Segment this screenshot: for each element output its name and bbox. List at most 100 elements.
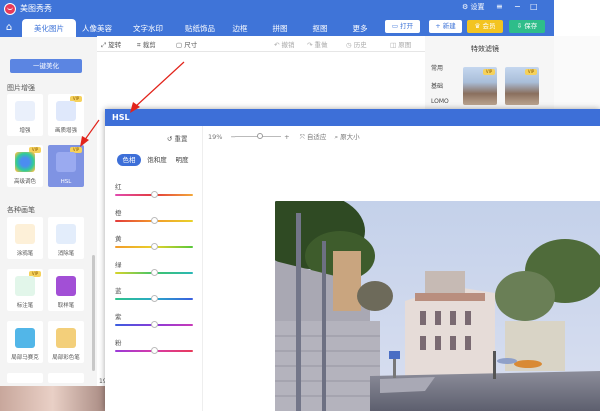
fit-button[interactable]: ⤧ 自适应 bbox=[300, 133, 327, 141]
effects-filter-panel: 特效滤镜 常用 基础 LOMO VIP VIP bbox=[425, 36, 554, 111]
home-icon[interactable]: ⌂ bbox=[0, 19, 18, 37]
tile-eraser-pen[interactable]: 消除笔 bbox=[48, 217, 84, 259]
dialog-title: HSL bbox=[112, 113, 130, 122]
tile-doodle-pen[interactable]: 涂鸦笔 bbox=[7, 217, 43, 259]
history-button[interactable]: ◷ 历史 bbox=[346, 39, 367, 49]
tab-cutout[interactable]: 抠图 bbox=[308, 21, 332, 37]
eyedropper-icon bbox=[56, 276, 76, 296]
vip-button[interactable]: ♛ 会员 bbox=[467, 20, 503, 33]
vip-badge: VIP bbox=[525, 69, 537, 75]
tile-label: HSL bbox=[60, 179, 72, 185]
one-click-beautify-button[interactable]: 一键美化 bbox=[10, 59, 82, 73]
mosaic-icon bbox=[15, 328, 35, 348]
slider-knob[interactable] bbox=[150, 217, 158, 224]
new-label: 新建 bbox=[442, 22, 456, 30]
tile-label: 消除笔 bbox=[57, 251, 75, 257]
hsl-dialog: HSL ↺ 重置 色相 饱和度 明度 红 橙 黄 绿 蓝 紫 粉 19% − +… bbox=[105, 109, 600, 411]
monitor-icon: ▭ bbox=[391, 22, 399, 30]
filter-thumbnail[interactable]: VIP bbox=[463, 67, 497, 105]
crop-label: 裁剪 bbox=[142, 41, 156, 49]
filter-category-common[interactable]: 常用 bbox=[431, 63, 443, 72]
tab-portrait[interactable]: 人像美容 bbox=[79, 21, 115, 37]
tile-partial[interactable] bbox=[7, 373, 43, 383]
slider-knob[interactable] bbox=[150, 321, 158, 328]
app-logo-icon bbox=[4, 3, 16, 15]
tile-quality-enhance[interactable]: VIP 画质增强 bbox=[48, 94, 84, 136]
crop-button[interactable]: ⌗ 裁剪 bbox=[137, 39, 156, 50]
slider-knob[interactable] bbox=[150, 269, 158, 276]
zoom-level: 19% bbox=[208, 133, 223, 141]
left-panel-scrollbar[interactable] bbox=[92, 255, 95, 371]
menu-icon[interactable]: ≡ bbox=[496, 2, 503, 11]
plus-icon: + bbox=[435, 22, 441, 30]
slider-label: 粉 bbox=[115, 339, 122, 347]
app-title: 美图秀秀 bbox=[20, 4, 52, 13]
zoom-out-button[interactable]: − bbox=[231, 133, 236, 141]
original-size-button[interactable]: ⌕ 原大小 bbox=[334, 133, 359, 141]
tile-label: 局部马赛克 bbox=[11, 355, 39, 361]
tab-more[interactable]: 更多 bbox=[348, 21, 372, 37]
tile-local-mosaic[interactable]: 局部马赛克 bbox=[7, 321, 43, 363]
filter-category-basic[interactable]: 基础 bbox=[431, 81, 443, 90]
zoom-slider-knob[interactable] bbox=[257, 133, 263, 139]
settings-button[interactable]: ⚙ 设置 bbox=[462, 2, 485, 12]
zoom-controls: 19% − + ⤧ 自适应 ⌕ 原大小 bbox=[208, 131, 360, 142]
tile-label: 局部彩色笔 bbox=[52, 355, 80, 361]
tab-hue[interactable]: 色相 bbox=[117, 154, 141, 166]
tile-local-color-pen[interactable]: 局部彩色笔 bbox=[48, 321, 84, 363]
history-label: 历史 bbox=[353, 41, 367, 49]
right-strip bbox=[554, 36, 600, 111]
open-button[interactable]: ▭ 打开 bbox=[385, 20, 420, 33]
save-button[interactable]: ⇩ 保存 bbox=[509, 20, 545, 33]
save-label: 保存 bbox=[524, 22, 538, 30]
save-icon: ⇩ bbox=[516, 22, 523, 30]
background-photo-fragment bbox=[0, 386, 105, 411]
rotate-button[interactable]: ⤢ 旋转 bbox=[101, 39, 121, 50]
tab-collage[interactable]: 拼图 bbox=[268, 21, 292, 37]
tile-enhance[interactable]: 增强 bbox=[7, 94, 43, 136]
vip-badge: VIP bbox=[483, 69, 495, 75]
redo-button[interactable]: ↷ 重做 bbox=[307, 39, 328, 49]
minimize-icon[interactable]: − bbox=[514, 2, 521, 11]
magnifier-icon: ⌕ bbox=[334, 133, 339, 141]
reset-label: 重置 bbox=[174, 135, 188, 143]
tile-annotation-pen[interactable]: VIP 标注笔 bbox=[7, 269, 43, 311]
compare-label: 原图 bbox=[398, 41, 412, 49]
filter-thumbnail[interactable]: VIP bbox=[505, 67, 539, 105]
tile-advanced-color[interactable]: VIP 高级调色 bbox=[7, 145, 43, 187]
dialog-header: HSL bbox=[105, 109, 600, 126]
tab-lightness[interactable]: 明度 bbox=[172, 154, 192, 166]
filter-category-lomo[interactable]: LOMO bbox=[431, 98, 449, 105]
tab-stickers[interactable]: 贴纸饰品 bbox=[180, 21, 220, 37]
settings-label: 设置 bbox=[470, 3, 485, 11]
left-panel: 一键美化 图片增强 增强 VIP 画质增强 VIP 高级调色 VIP HSL 各… bbox=[0, 37, 107, 411]
size-button[interactable]: ▢ 尺寸 bbox=[176, 39, 197, 49]
new-button[interactable]: + 新建 bbox=[429, 20, 462, 33]
rotate-icon: ⤢ bbox=[101, 41, 107, 49]
tab-border[interactable]: 边框 bbox=[228, 21, 252, 37]
brush-icon bbox=[15, 224, 35, 244]
tab-beautify[interactable]: 美化图片 bbox=[22, 19, 76, 38]
title-bar: 美图秀秀 ⚙ 设置 ≡ − □ ⌂ 美化图片 人像美容 文字水印 贴纸饰品 边框… bbox=[0, 0, 554, 40]
undo-button[interactable]: ↶ 撤销 bbox=[274, 39, 295, 49]
slider-label: 紫 bbox=[115, 313, 122, 321]
slider-knob[interactable] bbox=[150, 295, 158, 302]
reset-button[interactable]: ↺ 重置 bbox=[167, 133, 188, 143]
slider-label: 橙 bbox=[115, 209, 122, 217]
zoom-in-button[interactable]: + bbox=[284, 133, 289, 141]
section-title-enhance: 图片增强 bbox=[7, 84, 35, 92]
tile-hsl[interactable]: VIP HSL bbox=[48, 145, 84, 187]
tile-label: 涂鸦笔 bbox=[16, 251, 34, 257]
tab-saturation[interactable]: 饱和度 bbox=[145, 154, 169, 166]
slider-knob[interactable] bbox=[150, 347, 158, 354]
arrow-to-dialog bbox=[134, 61, 185, 108]
tab-text-watermark[interactable]: 文字水印 bbox=[128, 21, 168, 37]
section-title-brush: 各种画笔 bbox=[7, 206, 35, 214]
compare-button[interactable]: ◫ 原图 bbox=[390, 39, 411, 49]
maximize-icon[interactable]: □ bbox=[530, 2, 538, 11]
tile-partial[interactable] bbox=[48, 373, 84, 383]
tile-sample-pen[interactable]: 取样笔 bbox=[48, 269, 84, 311]
slider-knob[interactable] bbox=[150, 243, 158, 250]
slider-knob[interactable] bbox=[150, 191, 158, 198]
undo-label: 撤销 bbox=[281, 41, 295, 49]
